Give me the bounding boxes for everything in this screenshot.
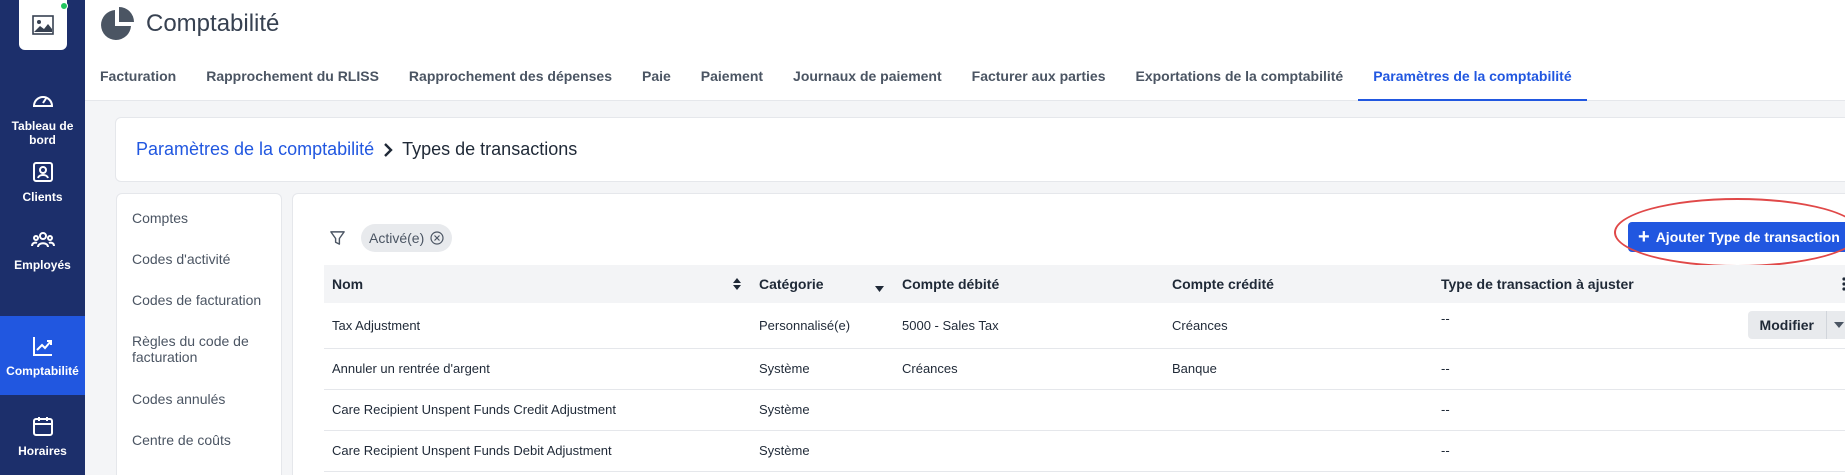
- transaction-types-table: Nom Catégorie Compte débité Compte crédi…: [324, 265, 1845, 472]
- edit-button[interactable]: Modifier: [1747, 311, 1826, 340]
- cell-compte-debite: [894, 430, 1164, 471]
- app-logo[interactable]: [19, 0, 68, 50]
- filter-chip-active: Activé(e): [361, 224, 453, 252]
- chevron-down-icon[interactable]: [1826, 311, 1845, 340]
- cell-nom: Annuler un rentrée d'argent: [332, 361, 490, 376]
- filter-chip-label: Activé(e): [369, 230, 425, 246]
- online-status-dot: [60, 2, 68, 10]
- sidebar-item-horaires[interactable]: Horaires: [0, 396, 85, 475]
- tab-facturer-parties[interactable]: Facturer aux parties: [957, 56, 1121, 101]
- page-title: Comptabilité: [146, 10, 280, 37]
- tab-facturation[interactable]: Facturation: [85, 56, 191, 101]
- table-row[interactable]: Annuler un rentrée d'argent Système Créa…: [324, 348, 1845, 389]
- sidebar-item-label: Comptabilité: [6, 363, 79, 378]
- sidebar-item-comptabilite[interactable]: Comptabilité: [0, 316, 85, 395]
- tab-parametres[interactable]: Paramètres de la comptabilité: [1358, 56, 1587, 101]
- cell-type-ajuster: --: [1441, 402, 1450, 417]
- settings-menu-item-comptes[interactable]: Comptes: [132, 210, 277, 226]
- cell-categorie: Personnalisé(e): [759, 317, 851, 333]
- cell-categorie: Système: [759, 361, 810, 376]
- settings-menu-item-codes-activite[interactable]: Codes d'activité: [132, 251, 277, 267]
- pie-chart-icon: [101, 7, 134, 40]
- cell-type-ajuster: --: [1441, 361, 1450, 376]
- cell-compte-debite: [894, 389, 1164, 430]
- breadcrumb-parent-link[interactable]: Paramètres de la comptabilité: [136, 139, 374, 160]
- tab-paiement[interactable]: Paiement: [686, 56, 778, 101]
- column-header-type-ajuster: Type de transaction à ajuster: [1433, 265, 1845, 303]
- table-row[interactable]: Tax Adjustment Personnalisé(e) 5000 - Sa…: [324, 303, 1845, 348]
- image-icon: [32, 15, 54, 35]
- sidebar: Tableau de bord Clients Employés Comptab…: [0, 0, 85, 475]
- row-actions: Modifier: [1747, 311, 1845, 340]
- settings-menu-item-codes-annules[interactable]: Codes annulés: [132, 391, 277, 407]
- transaction-types-panel: Activé(e) + Ajouter Type de transaction …: [292, 193, 1845, 475]
- cell-nom: Tax Adjustment: [332, 317, 421, 333]
- cell-categorie: Système: [759, 443, 810, 458]
- tab-bar: Facturation Rapprochement du RLISS Rappr…: [85, 56, 1587, 101]
- app-title: Comptabilité: [98, 6, 279, 42]
- calendar-icon: [32, 416, 53, 436]
- table-row[interactable]: Care Recipient Unspent Funds Credit Adju…: [324, 389, 1845, 430]
- table-row[interactable]: Care Recipient Unspent Funds Debit Adjus…: [324, 430, 1845, 471]
- people-group-icon: [30, 231, 55, 247]
- column-header-nom[interactable]: Nom: [324, 265, 751, 303]
- tab-rapprochement-depenses[interactable]: Rapprochement des dépenses: [394, 56, 627, 101]
- chevron-right-icon: [383, 142, 393, 158]
- add-button-label: Ajouter Type de transaction: [1655, 229, 1840, 245]
- column-header-compte-credite: Compte crédité: [1172, 276, 1274, 292]
- tab-journaux-paiement[interactable]: Journaux de paiement: [778, 56, 957, 101]
- breadcrumb: Paramètres de la comptabilité Types de t…: [115, 117, 1845, 182]
- settings-menu-item-regles-code[interactable]: Règles du code de facturation: [132, 333, 277, 365]
- tab-paie[interactable]: Paie: [627, 56, 686, 101]
- cell-compte-credite: Créances: [1172, 317, 1228, 333]
- add-transaction-type-button[interactable]: + Ajouter Type de transaction: [1628, 222, 1845, 252]
- top-header: Comptabilité Facturation Rapprochement d…: [85, 0, 1845, 101]
- cell-compte-debite: Créances: [902, 361, 958, 376]
- cell-compte-debite: 5000 - Sales Tax: [902, 317, 999, 333]
- cell-nom: Care Recipient Unspent Funds Debit Adjus…: [332, 443, 612, 458]
- close-circle-icon[interactable]: [430, 231, 444, 245]
- tab-exportations[interactable]: Exportations de la comptabilité: [1120, 56, 1358, 101]
- cell-type-ajuster: -- Modifier: [1433, 303, 1845, 348]
- trend-chart-icon: [32, 336, 52, 356]
- cell-compte-credite: [1164, 430, 1433, 471]
- sort-down-icon[interactable]: [875, 279, 884, 295]
- sidebar-item-employes[interactable]: Employés: [0, 210, 85, 289]
- tab-rapprochement-rliss[interactable]: Rapprochement du RLISS: [191, 56, 394, 101]
- filter-icon[interactable]: [329, 230, 346, 252]
- sidebar-item-label: Horaires: [18, 443, 67, 458]
- plus-icon: +: [1638, 226, 1650, 248]
- settings-menu-item-centre-couts[interactable]: Centre de coûts: [132, 432, 277, 448]
- sidebar-item-label: Employés: [14, 257, 71, 272]
- column-header-compte-debite: Compte débité: [902, 276, 1000, 292]
- sort-both-icon[interactable]: [733, 277, 741, 293]
- cell-compte-credite: Banque: [1172, 361, 1217, 376]
- settings-menu-item-codes-facturation[interactable]: Codes de facturation: [132, 292, 277, 308]
- cell-categorie: Système: [759, 402, 810, 417]
- cell-nom: Care Recipient Unspent Funds Credit Adju…: [332, 402, 616, 417]
- breadcrumb-current: Types de transactions: [402, 139, 578, 159]
- cell-type-ajuster: --: [1441, 443, 1450, 458]
- table-header-row: Nom Catégorie Compte débité Compte crédi…: [324, 265, 1845, 303]
- column-header-categorie[interactable]: Catégorie: [751, 265, 894, 303]
- gauge-icon: [32, 95, 53, 107]
- sidebar-item-label: Clients: [22, 189, 63, 204]
- settings-menu: Comptes Codes d'activité Codes de factur…: [116, 193, 282, 475]
- cell-compte-credite: [1164, 389, 1433, 430]
- client-card-icon: [32, 161, 53, 182]
